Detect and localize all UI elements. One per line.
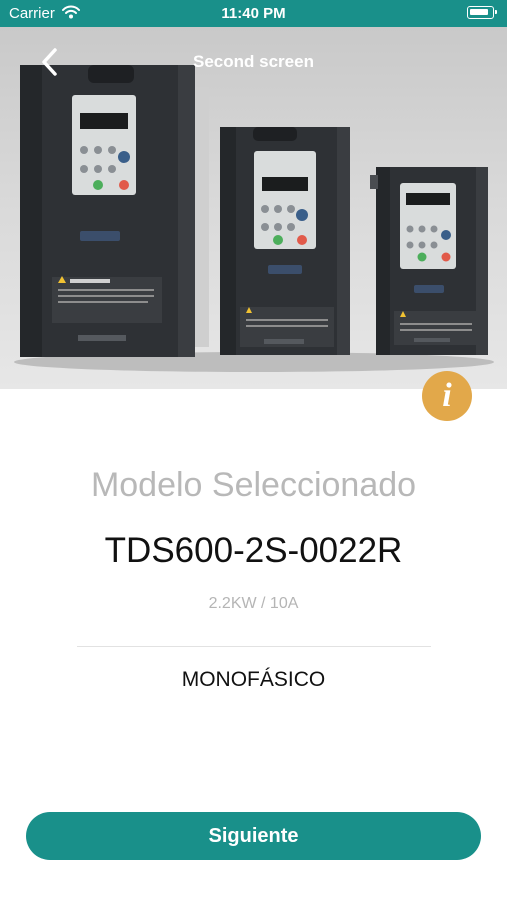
status-time: 11:40 PM bbox=[221, 5, 286, 22]
next-button[interactable]: Siguiente bbox=[26, 812, 481, 860]
model-name: TDS600-2S-0022R bbox=[104, 531, 403, 570]
status-bar: Carrier 11:40 PM bbox=[0, 0, 507, 27]
model-spec: 2.2KW / 10A bbox=[208, 595, 299, 612]
phase-label: MONOFÁSICO bbox=[181, 668, 326, 691]
info-icon: i bbox=[442, 377, 452, 414]
info-button[interactable]: i bbox=[422, 371, 472, 421]
inverter-products-illustration bbox=[14, 65, 494, 372]
nav-title: Second screen bbox=[193, 52, 314, 71]
battery-icon bbox=[467, 6, 497, 19]
divider bbox=[77, 646, 431, 647]
selected-model-label: Modelo Seleccionado bbox=[90, 466, 417, 504]
product-hero-image: Second screen bbox=[0, 27, 507, 389]
